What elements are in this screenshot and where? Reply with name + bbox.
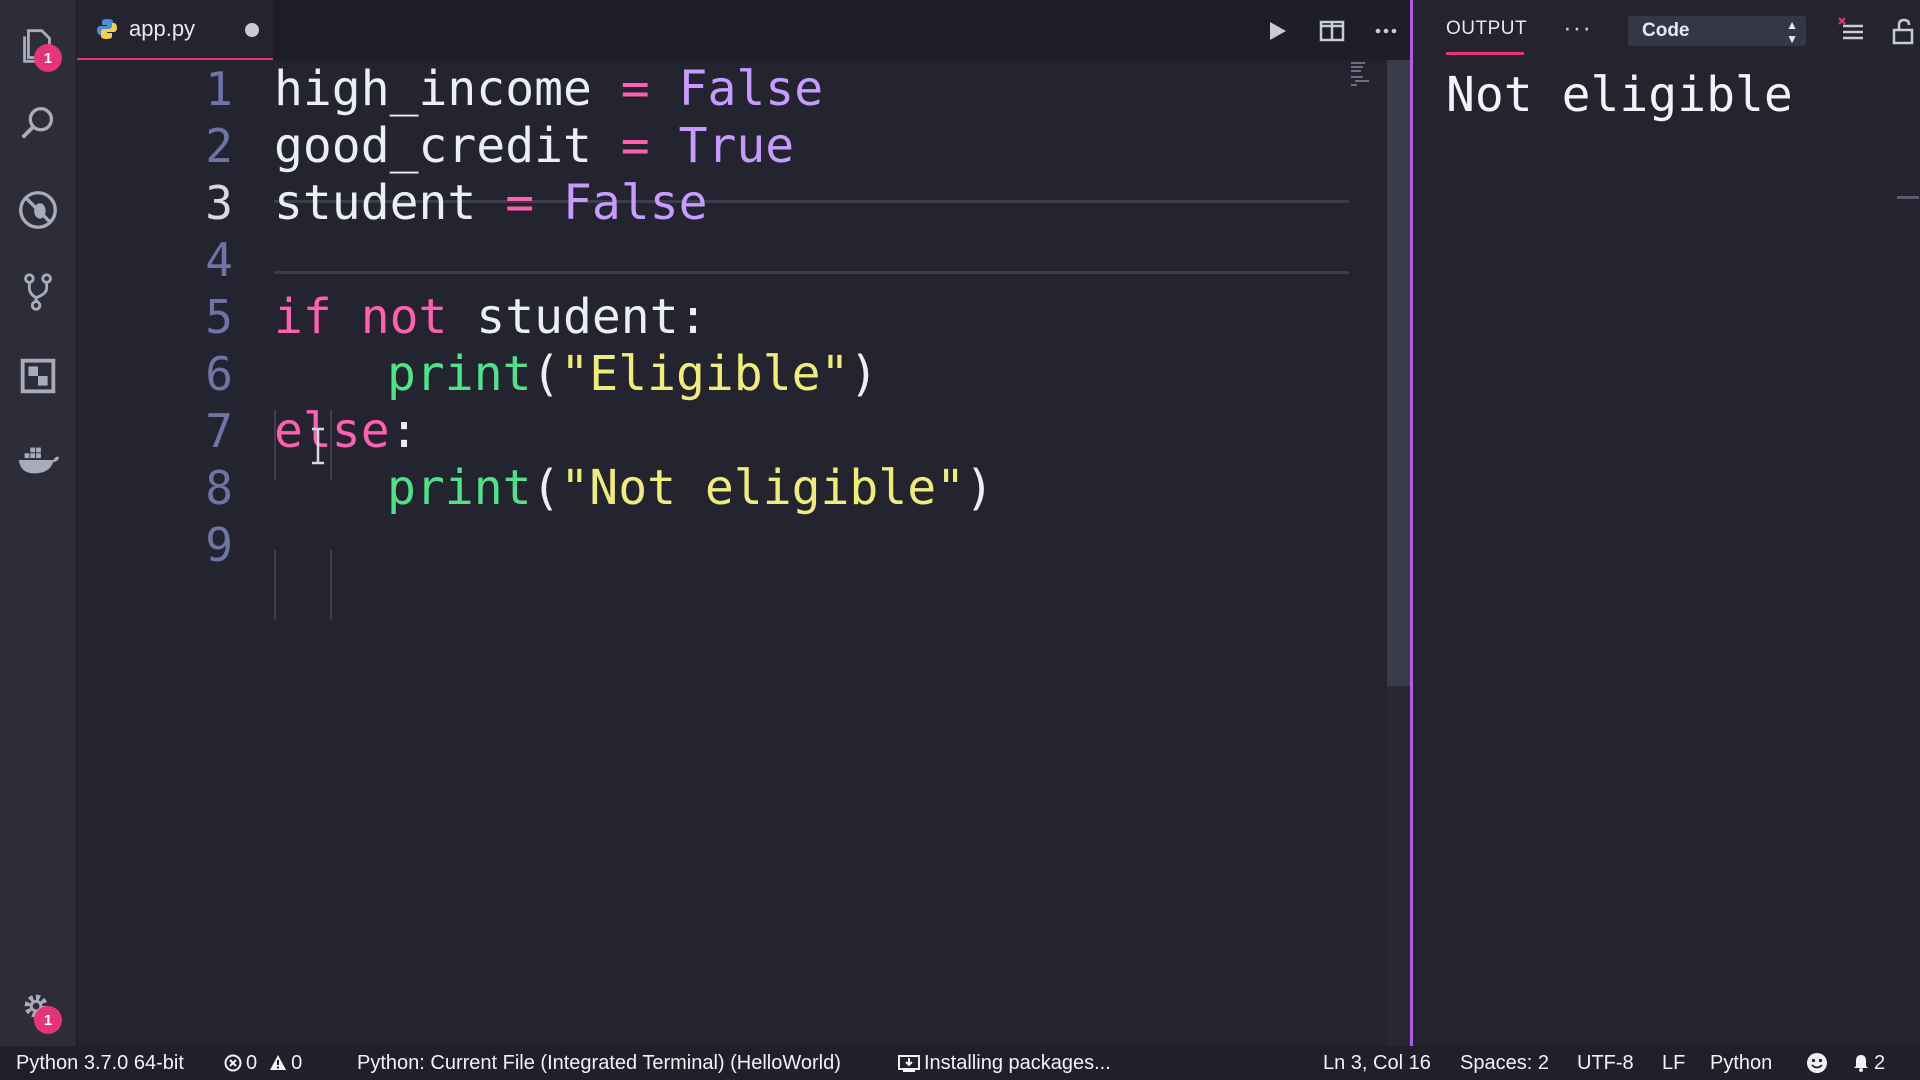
python-icon: [97, 19, 117, 39]
editor-scrollbar[interactable]: [1387, 60, 1410, 1046]
source-control-button[interactable]: [10, 264, 66, 320]
code-line[interactable]: 9: [77, 510, 1410, 580]
debug-button[interactable]: [10, 182, 66, 238]
panel-more-button[interactable]: ···: [1563, 12, 1592, 43]
output-channel-value: Code: [1642, 20, 1690, 41]
clear-output-icon[interactable]: [1837, 16, 1867, 46]
output-channel-select[interactable]: Code ▲ ▼: [1628, 16, 1806, 46]
code-editor[interactable]: 1 high_income = False 2 good_credit = True 3…: [77, 60, 1410, 1046]
activity-bar: 1 1: [0, 0, 77, 1046]
code-token: True: [678, 118, 795, 174]
docker-icon: [18, 447, 60, 474]
cursor-position[interactable]: Ln 3, Col 16: [1323, 1046, 1431, 1080]
language-mode[interactable]: Python: [1710, 1046, 1772, 1080]
output-text: Not eligible: [1446, 67, 1793, 123]
code-token: "Eligible": [560, 346, 850, 402]
vscode-window: 1 1 app.py 1 high_income = False 2 good_…: [0, 0, 1920, 1080]
unsaved-dot-icon[interactable]: [245, 23, 259, 37]
text-cursor-icon: [312, 427, 324, 465]
settings-badge: 1: [34, 1006, 62, 1034]
notification-count: 2: [1874, 1052, 1886, 1074]
warning-icon: [270, 1055, 287, 1070]
editor-scroll-thumb[interactable]: [1387, 60, 1410, 686]
tab-output[interactable]: OUTPUT: [1446, 18, 1527, 40]
error-count: 0: [246, 1052, 258, 1074]
debug-configuration[interactable]: Python: Current File (Integrated Termina…: [357, 1046, 841, 1080]
code-token: =: [591, 61, 679, 117]
encoding[interactable]: UTF-8: [1577, 1046, 1634, 1080]
split-editor-icon: [1319, 20, 1345, 42]
end-of-line[interactable]: LF: [1662, 1046, 1685, 1080]
smiley-icon: [1807, 1053, 1827, 1073]
warning-count: 0: [291, 1052, 303, 1074]
download-icon: [898, 1055, 920, 1072]
error-icon: [224, 1054, 242, 1072]
panel-header: OUTPUT ··· Code ▲ ▼: [1413, 0, 1920, 60]
search-button[interactable]: [10, 96, 66, 152]
tab-label: app.py: [129, 16, 196, 41]
status-bar: Python 3.7.0 64-bit 0 0 Python: Current …: [0, 1046, 1920, 1080]
code-token: =: [591, 118, 679, 174]
code-token: high_income: [274, 61, 592, 117]
code-token: student: [274, 175, 477, 231]
code-token: good_credit: [274, 118, 592, 174]
code-token: :: [389, 403, 419, 459]
more-actions-button[interactable]: [1369, 14, 1403, 48]
minimap[interactable]: [1349, 60, 1389, 90]
code-token: False: [563, 175, 708, 231]
run-icon: [1270, 22, 1286, 40]
editor-tab-bar: app.py: [77, 0, 1410, 60]
code-token: "Not eligible": [560, 460, 965, 516]
tab-app-py[interactable]: app.py: [77, 0, 273, 60]
code-token: if: [274, 289, 332, 345]
search-icon: [21, 106, 54, 139]
code-token: not: [360, 289, 448, 345]
code-token: ): [849, 346, 879, 402]
bell-icon: [1854, 1055, 1868, 1072]
code-token: print: [387, 346, 532, 402]
split-editor-button[interactable]: [1315, 14, 1349, 48]
notifications-button[interactable]: 2: [1852, 1046, 1885, 1080]
debug-icon: [19, 191, 57, 229]
more-icon: [1375, 28, 1397, 34]
code-token: ): [964, 460, 994, 516]
docker-button[interactable]: [10, 432, 66, 488]
python-interpreter[interactable]: Python 3.7.0 64-bit: [16, 1046, 184, 1080]
active-tab-indicator: [1446, 52, 1524, 55]
feedback-button[interactable]: [1806, 1046, 1832, 1080]
panel-scroll-indicator[interactable]: [1897, 196, 1919, 199]
extensions-button[interactable]: [10, 348, 66, 404]
task-label: Installing packages...: [924, 1052, 1111, 1074]
code-token: student:: [447, 289, 708, 345]
lock-scroll-icon[interactable]: [1891, 18, 1917, 46]
indentation[interactable]: Spaces: 2: [1460, 1046, 1549, 1080]
explorer-button[interactable]: 1: [10, 18, 66, 74]
code-token: print: [387, 460, 532, 516]
output-panel: OUTPUT ··· Code ▲ ▼ Not eligible: [1410, 0, 1920, 1046]
explorer-badge: 1: [34, 44, 62, 72]
source-control-icon: [24, 273, 52, 311]
run-button[interactable]: [1260, 14, 1294, 48]
task-status[interactable]: Installing packages...: [898, 1046, 1111, 1080]
code-token: (: [531, 346, 561, 402]
select-arrows-icon: ▲ ▼: [1786, 18, 1798, 46]
extensions-icon: [20, 358, 56, 394]
manage-button[interactable]: 1: [10, 980, 66, 1036]
code-token: else: [274, 403, 390, 459]
code-token: False: [678, 61, 824, 117]
line-number: 9: [205, 518, 233, 572]
code-token: =: [476, 175, 563, 231]
problems-indicator[interactable]: 0 0: [224, 1046, 302, 1080]
code-token: (: [531, 460, 561, 516]
